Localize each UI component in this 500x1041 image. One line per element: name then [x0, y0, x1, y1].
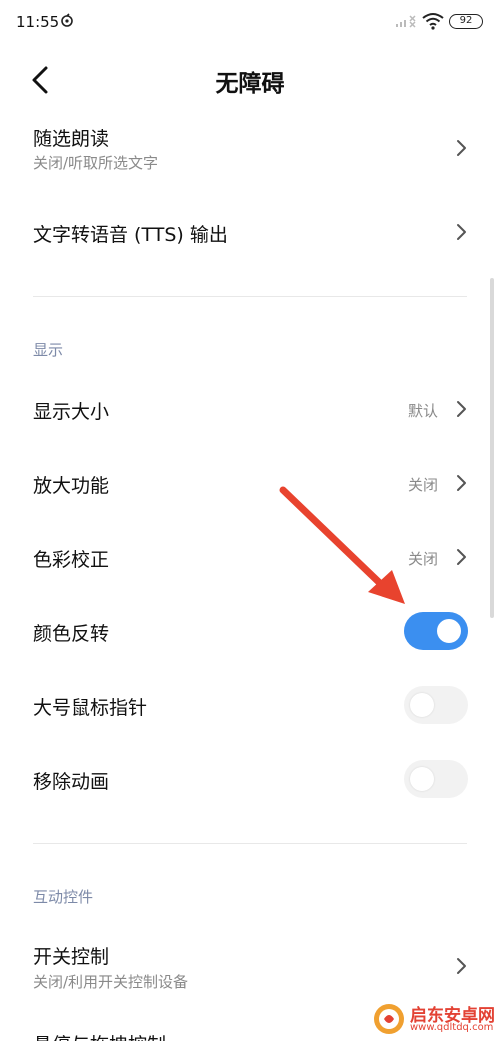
row-title: 显示大小 — [33, 401, 110, 423]
scrollbar[interactable] — [490, 278, 494, 618]
color-correction-row[interactable]: 色彩校正 关闭 — [0, 536, 500, 580]
remove-animations-row: 移除动画 — [0, 758, 500, 802]
partial-row-title[interactable]: 悬停与拖拽控制 — [33, 1030, 166, 1041]
row-subtitle: 关闭/听取所选文字 — [33, 154, 159, 172]
large-pointer-toggle[interactable] — [404, 686, 468, 724]
section-label-display: 显示 — [33, 341, 64, 359]
chevron-right-icon — [457, 140, 466, 156]
tts-output-row[interactable]: 文字转语音 (TTS) 输出 — [0, 210, 500, 256]
header: 无障碍 — [0, 52, 500, 108]
section-divider — [33, 843, 467, 844]
color-inversion-row: 颜色反转 — [0, 610, 500, 654]
row-title: 随选朗读 — [33, 128, 110, 150]
color-inversion-toggle[interactable] — [404, 612, 468, 650]
switch-access-row[interactable]: 开关控制 关闭/利用开关控制设备 — [0, 938, 500, 1000]
page-title: 无障碍 — [215, 71, 285, 97]
signal-off-icon — [396, 15, 416, 28]
row-title: 移除动画 — [33, 771, 110, 793]
row-value: 关闭 — [407, 476, 438, 494]
row-subtitle: 关闭/利用开关控制设备 — [33, 973, 189, 991]
toggle-knob — [410, 693, 434, 717]
row-value: 关闭 — [407, 550, 438, 568]
magnification-row[interactable]: 放大功能 关闭 — [0, 462, 500, 506]
chevron-right-icon — [457, 958, 466, 974]
row-title: 放大功能 — [33, 475, 110, 497]
toggle-knob — [410, 767, 434, 791]
wifi-icon — [422, 13, 444, 30]
chevron-right-icon — [457, 549, 466, 565]
row-title: 文字转语音 (TTS) 输出 — [33, 224, 228, 246]
watermark: 启东安卓网 www.qdltdq.com — [372, 1000, 498, 1038]
row-value: 默认 — [407, 402, 438, 420]
row-title: 大号鼠标指针 — [33, 697, 148, 719]
remove-animations-toggle[interactable] — [404, 760, 468, 798]
section-divider — [33, 296, 467, 297]
toggle-knob — [437, 619, 461, 643]
large-pointer-row: 大号鼠标指针 — [0, 684, 500, 728]
row-title: 开关控制 — [33, 946, 110, 968]
watermark-url: www.qdltdq.com — [410, 1022, 494, 1033]
display-size-row[interactable]: 显示大小 默认 — [0, 388, 500, 432]
status-time: 11:55 — [16, 13, 60, 31]
chevron-right-icon — [457, 475, 466, 491]
battery-icon: 92 — [449, 14, 483, 29]
row-title: 颜色反转 — [33, 623, 110, 645]
status-bar: 11:55 92 — [0, 0, 500, 44]
netease-music-icon — [61, 13, 73, 27]
row-title: 色彩校正 — [33, 549, 110, 571]
chevron-right-icon — [457, 224, 466, 240]
select-to-speak-row[interactable]: 随选朗读 关闭/听取所选文字 — [0, 118, 500, 180]
chevron-right-icon — [457, 401, 466, 417]
watermark-logo-icon — [374, 1004, 404, 1034]
section-label-interaction: 互动控件 — [33, 888, 94, 906]
